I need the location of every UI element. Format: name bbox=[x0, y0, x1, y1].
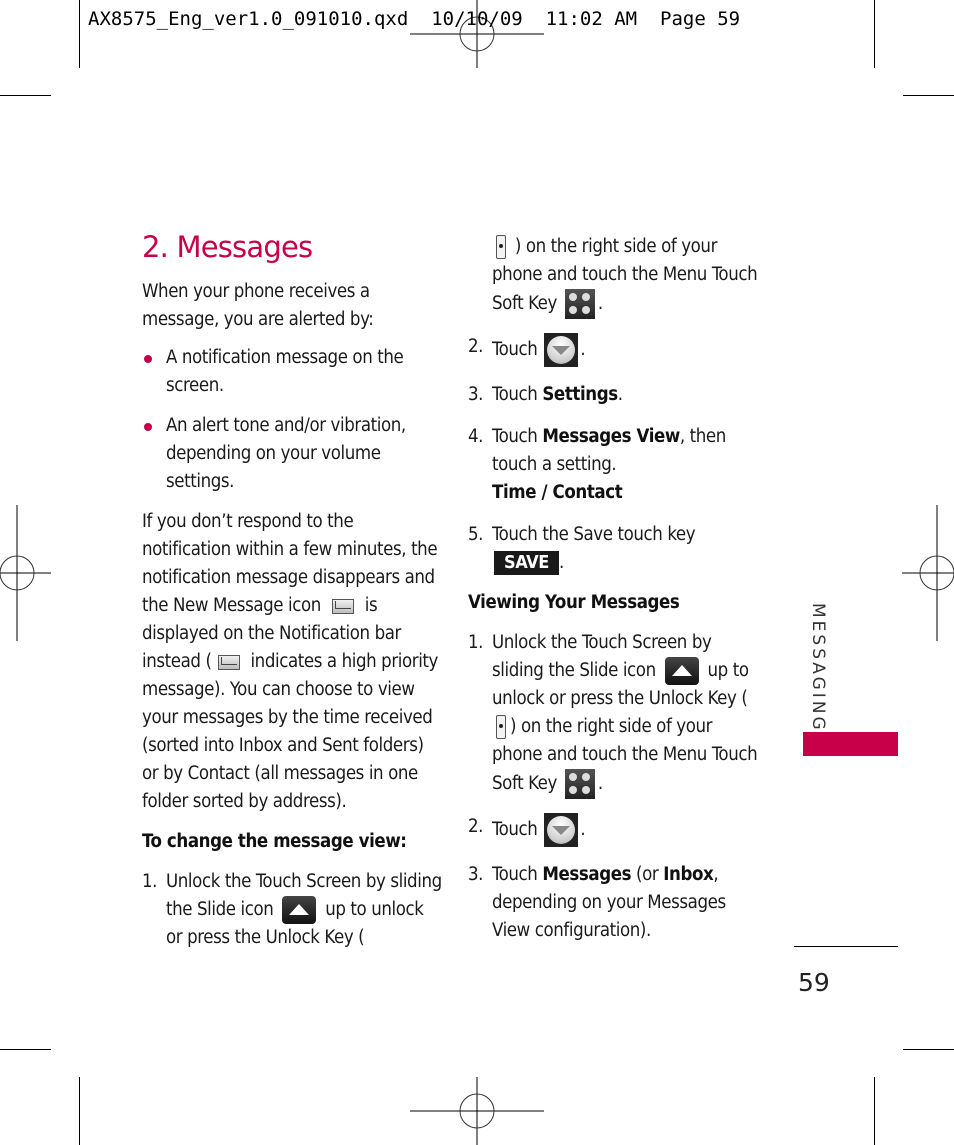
section-tab-bar bbox=[803, 732, 898, 756]
view-options: Time / Contact bbox=[492, 482, 623, 503]
crop-mark bbox=[874, 0, 875, 68]
registration-mark-left bbox=[0, 505, 51, 641]
left-column: When your phone receives a message, you … bbox=[142, 278, 442, 952]
menu-item-settings: Settings bbox=[542, 384, 618, 405]
crop-mark bbox=[79, 1077, 80, 1145]
unlock-key-icon bbox=[496, 235, 506, 259]
step-text: . bbox=[558, 552, 564, 573]
right-column: ) on the right side of your phone and to… bbox=[468, 233, 758, 945]
new-message-icon bbox=[331, 598, 354, 614]
step-text: . bbox=[597, 293, 603, 314]
crop-mark bbox=[903, 1049, 954, 1050]
section-tab-label: MESSAGING bbox=[808, 603, 828, 733]
messaging-app-icon bbox=[544, 813, 579, 847]
bullet-text: A notification message on the screen. bbox=[166, 347, 404, 396]
step-number: 4. bbox=[468, 426, 484, 447]
bullet-dot bbox=[144, 423, 152, 431]
slug-time: 11:02 AM bbox=[545, 8, 638, 30]
intro-text: When your phone receives a message, you … bbox=[142, 281, 374, 330]
step-text: Touch bbox=[492, 864, 538, 885]
slide-icon bbox=[664, 657, 699, 685]
crop-mark bbox=[903, 95, 954, 96]
step-item: 5. Touch the Save touch key SAVE. bbox=[468, 521, 758, 577]
step-number: 1. bbox=[468, 632, 484, 653]
menu-item-inbox: Inbox bbox=[663, 864, 714, 885]
page-number: 59 bbox=[798, 968, 830, 997]
step-number: 5. bbox=[468, 524, 484, 545]
bullet-text: An alert tone and/or vibration, dependin… bbox=[166, 415, 406, 492]
bullet-item: An alert tone and/or vibration, dependin… bbox=[142, 412, 442, 496]
save-key-icon: SAVE bbox=[494, 551, 559, 575]
step-text: ) on the right side of your phone and to… bbox=[492, 716, 758, 794]
bullet-dot bbox=[144, 355, 152, 363]
crop-mark bbox=[79, 0, 80, 68]
slide-icon bbox=[282, 896, 317, 924]
step-item: 3. Touch Messages (or Inbox, depending o… bbox=[468, 861, 758, 945]
menu-soft-key-icon bbox=[564, 289, 595, 319]
step-item: 3. Touch Settings. bbox=[468, 381, 758, 409]
unlock-key-icon bbox=[496, 715, 506, 739]
step-item: 4. Touch Messages View, then touch a set… bbox=[468, 423, 758, 507]
step-item: 2. Touch . bbox=[468, 333, 758, 367]
notification-paragraph: If you don’t respond to the notification… bbox=[142, 508, 442, 816]
section-heading-change-view: To change the message view: bbox=[142, 831, 407, 852]
step-text: Touch bbox=[492, 819, 538, 840]
messaging-app-icon bbox=[544, 333, 579, 367]
slug-date: 10/10/09 bbox=[431, 8, 523, 30]
paragraph-text: indicates a high priority message). You … bbox=[142, 651, 439, 812]
step-text: Touch bbox=[492, 426, 538, 447]
high-priority-message-icon bbox=[217, 654, 240, 670]
page-number-rule bbox=[794, 946, 898, 947]
crop-mark bbox=[0, 1049, 51, 1050]
step-number: 3. bbox=[468, 864, 484, 885]
step-item: 1. Unlock the Touch Screen by sliding th… bbox=[468, 629, 758, 799]
bullet-item: A notification message on the screen. bbox=[142, 344, 442, 400]
step-number: 3. bbox=[468, 384, 484, 405]
step-number: 2. bbox=[468, 336, 484, 357]
step-text: . bbox=[597, 773, 603, 794]
crop-mark bbox=[0, 95, 51, 96]
step-text: Touch the Save touch key bbox=[492, 524, 696, 545]
menu-item-messages: Messages bbox=[542, 864, 632, 885]
step-text: Touch bbox=[492, 384, 538, 405]
paragraph-text: If you don’t respond to the notification… bbox=[142, 511, 438, 616]
step-text: ) on the right side of your phone and to… bbox=[492, 236, 758, 314]
step-number: 2. bbox=[468, 816, 484, 837]
step-text: . bbox=[580, 819, 586, 840]
section-heading-viewing: Viewing Your Messages bbox=[468, 592, 680, 613]
step-text: (or bbox=[631, 864, 664, 885]
menu-soft-key-icon bbox=[564, 769, 595, 799]
crop-mark bbox=[874, 1077, 875, 1145]
step-text: . bbox=[617, 384, 623, 405]
step-text: . bbox=[580, 339, 586, 360]
step-item: 2. Touch . bbox=[468, 813, 758, 847]
registration-mark-bottom bbox=[410, 1077, 544, 1145]
slug-file: AX8575_Eng_ver1.0_091010.qxd bbox=[88, 8, 409, 30]
page-title: 2. Messages bbox=[142, 230, 313, 264]
registration-mark-right bbox=[902, 505, 954, 641]
print-slug: AX8575_Eng_ver1.0_091010.qxd 10/10/09 11… bbox=[88, 8, 740, 30]
step-item: 1. Unlock the Touch Screen by sliding th… bbox=[142, 868, 442, 952]
menu-item-messages-view: Messages View bbox=[542, 426, 680, 447]
step-number: 1. bbox=[142, 871, 158, 892]
slug-page: Page 59 bbox=[660, 8, 741, 30]
step-continuation: ) on the right side of your phone and to… bbox=[468, 233, 758, 319]
step-text: Touch bbox=[492, 339, 538, 360]
